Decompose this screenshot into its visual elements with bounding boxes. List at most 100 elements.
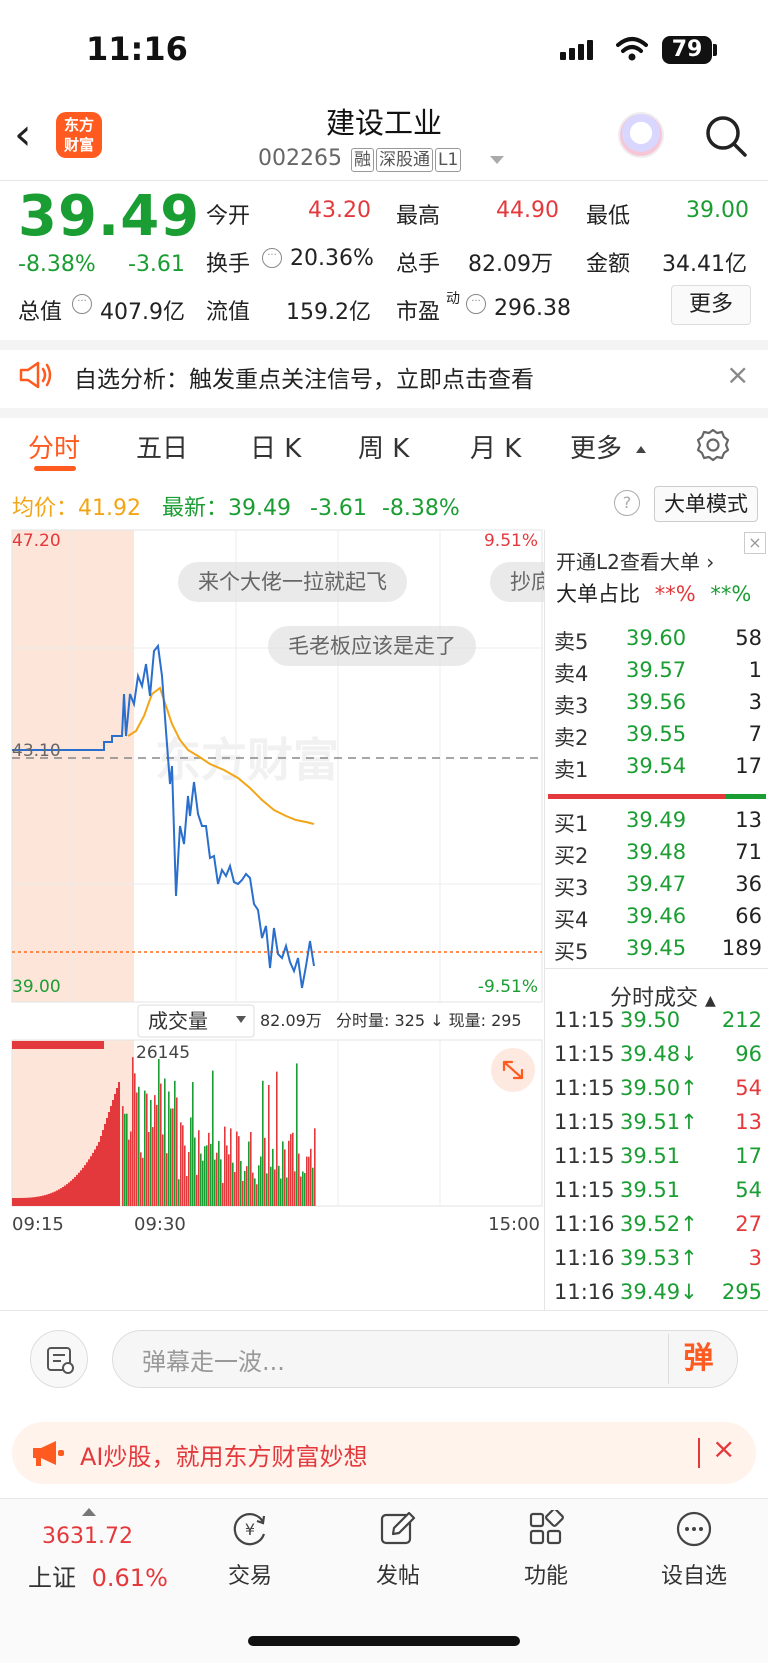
volume-bar: [208, 1132, 210, 1206]
tab-intraday[interactable]: 分时: [28, 428, 80, 465]
promo-text[interactable]: AI炒股，就用东方财富妙想: [80, 1437, 368, 1472]
big-order-ratio: 大单占比 **% **%: [556, 578, 751, 608]
trade-volume: 3: [748, 1246, 762, 1270]
tab-daily-k[interactable]: 日 K: [250, 428, 301, 465]
ask-label: 卖3: [554, 694, 589, 718]
big-order-mode-button[interactable]: 大单模式: [654, 486, 758, 522]
trade-time: 11:16: [554, 1246, 615, 1270]
volume-bar: [148, 1132, 150, 1206]
volume-bar: [100, 1136, 102, 1206]
section-divider: [0, 408, 768, 418]
chevron-up-icon: ▲: [705, 993, 716, 1009]
pe-info-icon[interactable]: ···: [466, 292, 486, 314]
trade-row: 11:15 39.50 212: [554, 1008, 762, 1040]
tab-more[interactable]: 更多: [570, 428, 622, 465]
volume-bar: [56, 1190, 58, 1206]
bid-volume: 66: [735, 904, 762, 928]
big-ratio-buy: **%: [654, 582, 696, 606]
volume-bar: [284, 1149, 286, 1206]
chevron-up-icon[interactable]: [82, 1508, 96, 1516]
big-ratio-sell: **%: [710, 582, 752, 606]
nav-trade[interactable]: ¥ 交易: [200, 1510, 300, 1590]
battery-tip: [713, 44, 717, 56]
volume-bar: [226, 1145, 228, 1206]
turnover-info-icon[interactable]: ···: [262, 246, 282, 268]
danmu-bubble: 抄底: [490, 562, 544, 602]
help-icon[interactable]: ?: [614, 490, 640, 516]
danmu-list-button[interactable]: [30, 1330, 88, 1388]
settings-gear-icon[interactable]: [696, 428, 730, 462]
open-label: 今开: [206, 204, 251, 229]
volume-bar: [314, 1128, 316, 1206]
bid-row: 买1 39.49 13: [554, 808, 762, 840]
assistant-robot-icon[interactable]: [618, 112, 664, 158]
close-icon[interactable]: ×: [726, 358, 749, 391]
pe-value: 296.38: [494, 296, 571, 321]
pe-label: 市盈: [396, 300, 441, 325]
tab-five-day[interactable]: 五日: [136, 428, 188, 465]
more-quote-button[interactable]: 更多: [671, 285, 751, 325]
volume-bar: [14, 1197, 16, 1206]
volume-bar: [198, 1130, 200, 1206]
volume-bar: [308, 1156, 310, 1206]
tag-margin: 融: [350, 148, 374, 172]
volume-bar: [182, 1125, 184, 1206]
danmu-send-button[interactable]: 弹: [668, 1334, 728, 1384]
amount-label: 金额: [586, 252, 631, 277]
latest-pct: -8.38%: [381, 496, 460, 521]
volume-bar: [22, 1197, 24, 1206]
nav-trade-label: 交易: [227, 1564, 272, 1589]
chevron-down-icon[interactable]: [490, 156, 504, 164]
close-icon[interactable]: ×: [744, 532, 766, 554]
volume-bar: [12, 1198, 14, 1206]
volume-bar: [118, 1082, 120, 1206]
volume-bar: [168, 1091, 170, 1206]
danmu-bubble: 毛老板应该是走了: [268, 626, 476, 666]
volume-bar: [216, 1152, 218, 1206]
close-icon[interactable]: ×: [712, 1432, 735, 1465]
turnover-value: 20.36%: [290, 246, 374, 271]
volume-bar: [254, 1178, 256, 1206]
latest-label: 最新：: [162, 496, 229, 521]
trade-time: 11:15: [554, 1110, 615, 1134]
volume-bar: [86, 1162, 88, 1206]
volume-bar: [82, 1167, 84, 1206]
index-value[interactable]: 3631.72: [42, 1524, 133, 1549]
nav-post[interactable]: 发帖: [348, 1510, 448, 1590]
volume-bar: [38, 1196, 40, 1206]
turnover-label: 换手: [206, 252, 251, 277]
trade-price: 39.51: [620, 1144, 681, 1168]
trade-price: 39.48↓: [620, 1042, 698, 1066]
volume-bar: [70, 1180, 72, 1206]
volume-bar: [16, 1197, 18, 1206]
l2-upgrade-link[interactable]: 开通L2查看大单 ›: [556, 546, 714, 575]
volume-bar: [132, 1057, 134, 1206]
ask-label: 卖4: [554, 662, 589, 686]
alert-text[interactable]: 自选分析：触发重点关注信号，立即点击查看: [74, 360, 534, 394]
trade-volume: 54: [735, 1076, 762, 1100]
svg-text:¥: ¥: [245, 1520, 255, 1539]
volume-bar: [96, 1145, 98, 1206]
chart-info-line: 均价：41.92 最新：39.49 -3.61 -8.38%: [12, 490, 460, 522]
volume-bar: [74, 1177, 76, 1206]
volume-bar: [224, 1126, 226, 1206]
trade-time: 11:15: [554, 1144, 615, 1168]
volume-bar: [212, 1070, 214, 1206]
volume-bar: [122, 1106, 124, 1206]
more-dots-icon: [676, 1511, 712, 1547]
trade-price: 39.53↑: [620, 1246, 698, 1270]
trade-volume: 17: [735, 1144, 762, 1168]
nav-watchlist[interactable]: 设自选: [644, 1510, 744, 1590]
index-line[interactable]: 上证 0.61%: [28, 1558, 168, 1593]
tab-monthly-k[interactable]: 月 K: [470, 428, 521, 465]
stock-code-line[interactable]: 002265 融深股通 L1: [258, 146, 462, 172]
mcap-info-icon[interactable]: ···: [72, 292, 92, 314]
nav-functions[interactable]: 功能: [496, 1508, 596, 1590]
trade-volume: 54: [735, 1178, 762, 1202]
search-icon[interactable]: [704, 114, 748, 158]
ask-price: 39.57: [626, 658, 687, 682]
volume-bar: [60, 1188, 62, 1206]
volume-bar: [52, 1192, 54, 1206]
tab-weekly-k[interactable]: 周 K: [358, 428, 409, 465]
trade-row: 11:15 39.51 54: [554, 1178, 762, 1210]
